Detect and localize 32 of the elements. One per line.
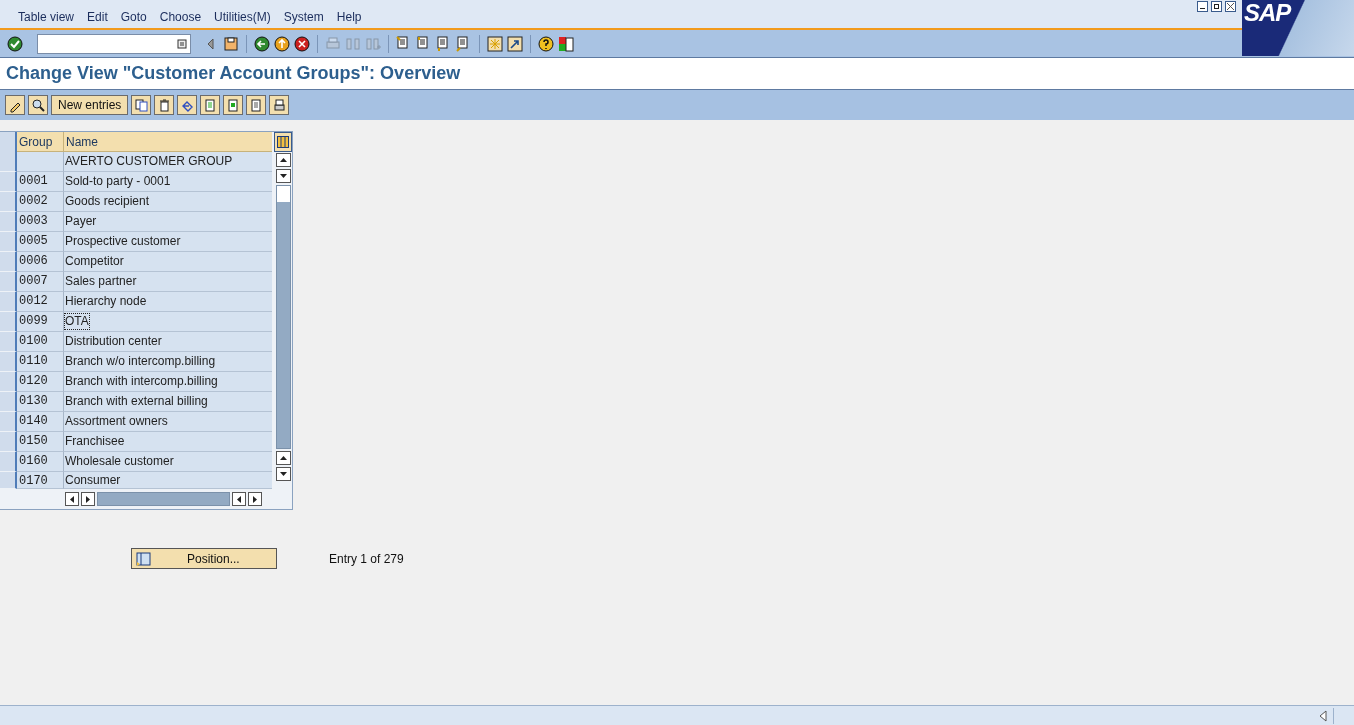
table-cell: 0001 (17, 172, 64, 192)
table-cell: 0100 (17, 332, 64, 352)
column-header[interactable]: Name (64, 132, 272, 152)
screen-title: Change View "Customer Account Groups": Overview (6, 62, 461, 85)
entry-count: Entry 1 of 279 (329, 550, 404, 568)
table-cell: 0005 (17, 232, 64, 252)
table-cell: 0006 (17, 252, 64, 272)
menu-item[interactable]: Edit (87, 8, 108, 26)
table-cell: 0150 (17, 432, 64, 452)
menu-item[interactable]: Table view (18, 8, 75, 26)
table-cell: 0110 (17, 352, 64, 372)
table-cell: 0003 (17, 212, 64, 232)
column-header[interactable]: Group (17, 132, 64, 152)
new-entries-button[interactable]: New entries (51, 95, 129, 115)
menu-item[interactable]: Utilities(M) (214, 8, 271, 26)
menu-item[interactable]: Choose (159, 8, 202, 26)
menu-item[interactable]: Help (336, 8, 362, 26)
table-cell: 0160 (17, 452, 64, 472)
menu-item[interactable]: Goto (120, 8, 147, 26)
table-cell[interactable]: OTA (65, 314, 89, 329)
table-cell: 0099 (17, 312, 64, 332)
table-cell: 0007 (17, 272, 64, 292)
logo-text: SAP (1244, 0, 1291, 26)
position-button[interactable]: Position... (131, 548, 277, 569)
table-cell: 0002 (17, 192, 64, 212)
table-cell: 0170 (17, 472, 64, 489)
table-cell[interactable]: Payer (65, 214, 97, 229)
menu-item[interactable]: System (283, 8, 324, 26)
table-cell: 0140 (17, 412, 64, 432)
table-cell: 0120 (17, 372, 64, 392)
table-cell: 0012 (17, 292, 64, 312)
table-cell: 0130 (17, 392, 64, 412)
